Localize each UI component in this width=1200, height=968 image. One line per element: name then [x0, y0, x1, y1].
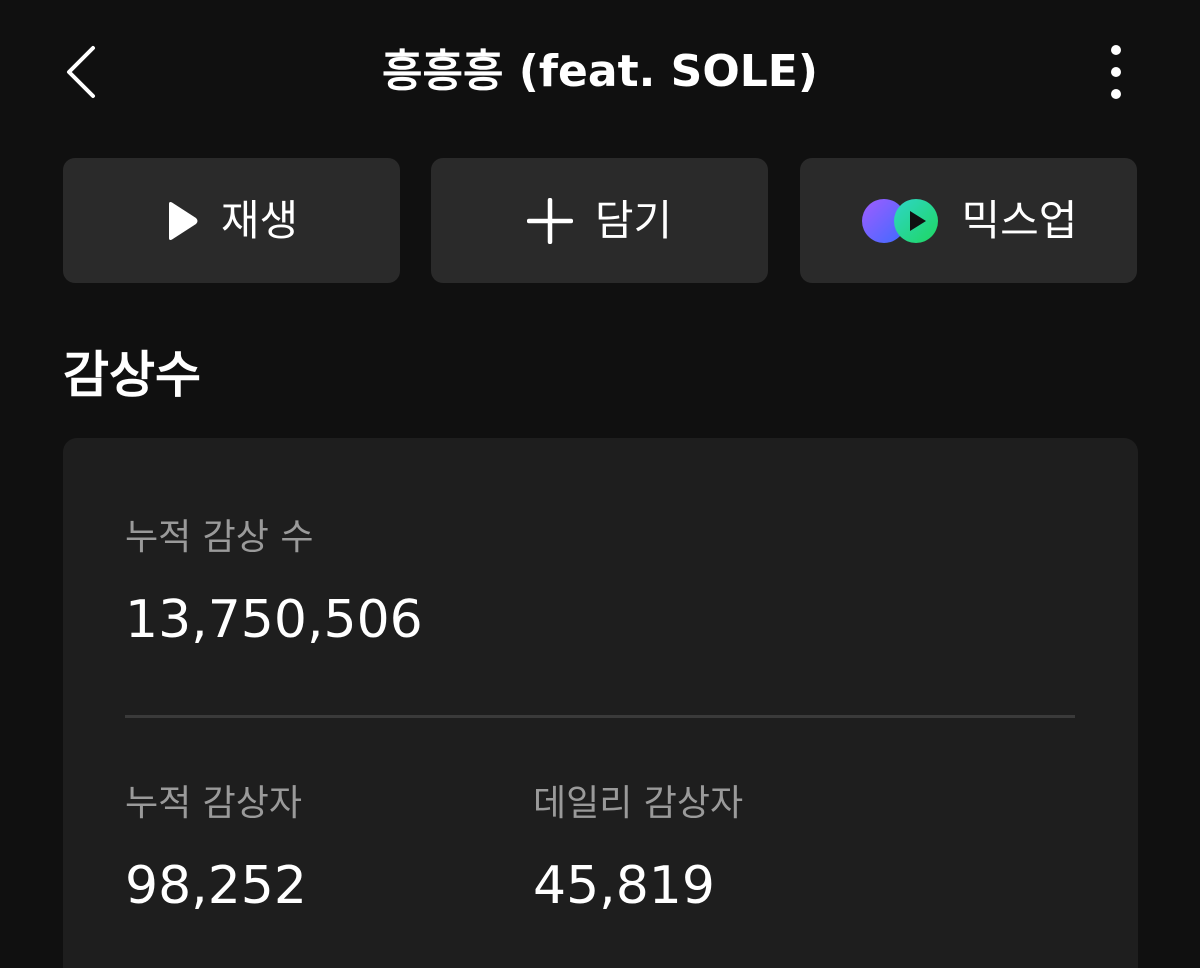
add-button-label: 담기	[594, 195, 673, 245]
daily-listeners-label: 데일리 감상자	[533, 783, 744, 824]
mixup-logo-icon	[860, 197, 940, 245]
more-options-button[interactable]	[1088, 36, 1144, 108]
divider	[125, 715, 1075, 718]
total-listeners-label: 누적 감상자	[125, 783, 303, 824]
more-vertical-icon	[1109, 42, 1123, 102]
mixup-button-label: 믹스업	[961, 195, 1078, 245]
play-button-label: 재생	[220, 195, 299, 245]
action-buttons: 재생 담기 믹스업	[63, 158, 1138, 283]
back-button[interactable]	[50, 36, 110, 108]
add-to-playlist-button[interactable]: 담기	[431, 158, 768, 283]
chevron-left-icon	[63, 44, 97, 100]
page-title: 흥흥흥 (feat. SOLE)	[382, 46, 818, 97]
total-plays-value: 13,750,506	[125, 590, 423, 650]
total-listeners-value: 98,252	[125, 856, 307, 916]
total-plays-label: 누적 감상 수	[125, 517, 314, 558]
stats-card: 누적 감상 수 13,750,506 누적 감상자 98,252 데일리 감상자…	[63, 438, 1138, 968]
screen: 흥흥흥 (feat. SOLE) 재생 담기 믹스업 감상수 누적 감상 수 1…	[0, 0, 1200, 968]
plus-icon	[526, 197, 573, 244]
play-button[interactable]: 재생	[63, 158, 400, 283]
mixup-button[interactable]: 믹스업	[800, 158, 1137, 283]
daily-listeners-value: 45,819	[533, 856, 715, 916]
section-title: 감상수	[63, 346, 201, 404]
top-bar: 흥흥흥 (feat. SOLE)	[0, 0, 1200, 145]
play-icon	[165, 201, 199, 241]
